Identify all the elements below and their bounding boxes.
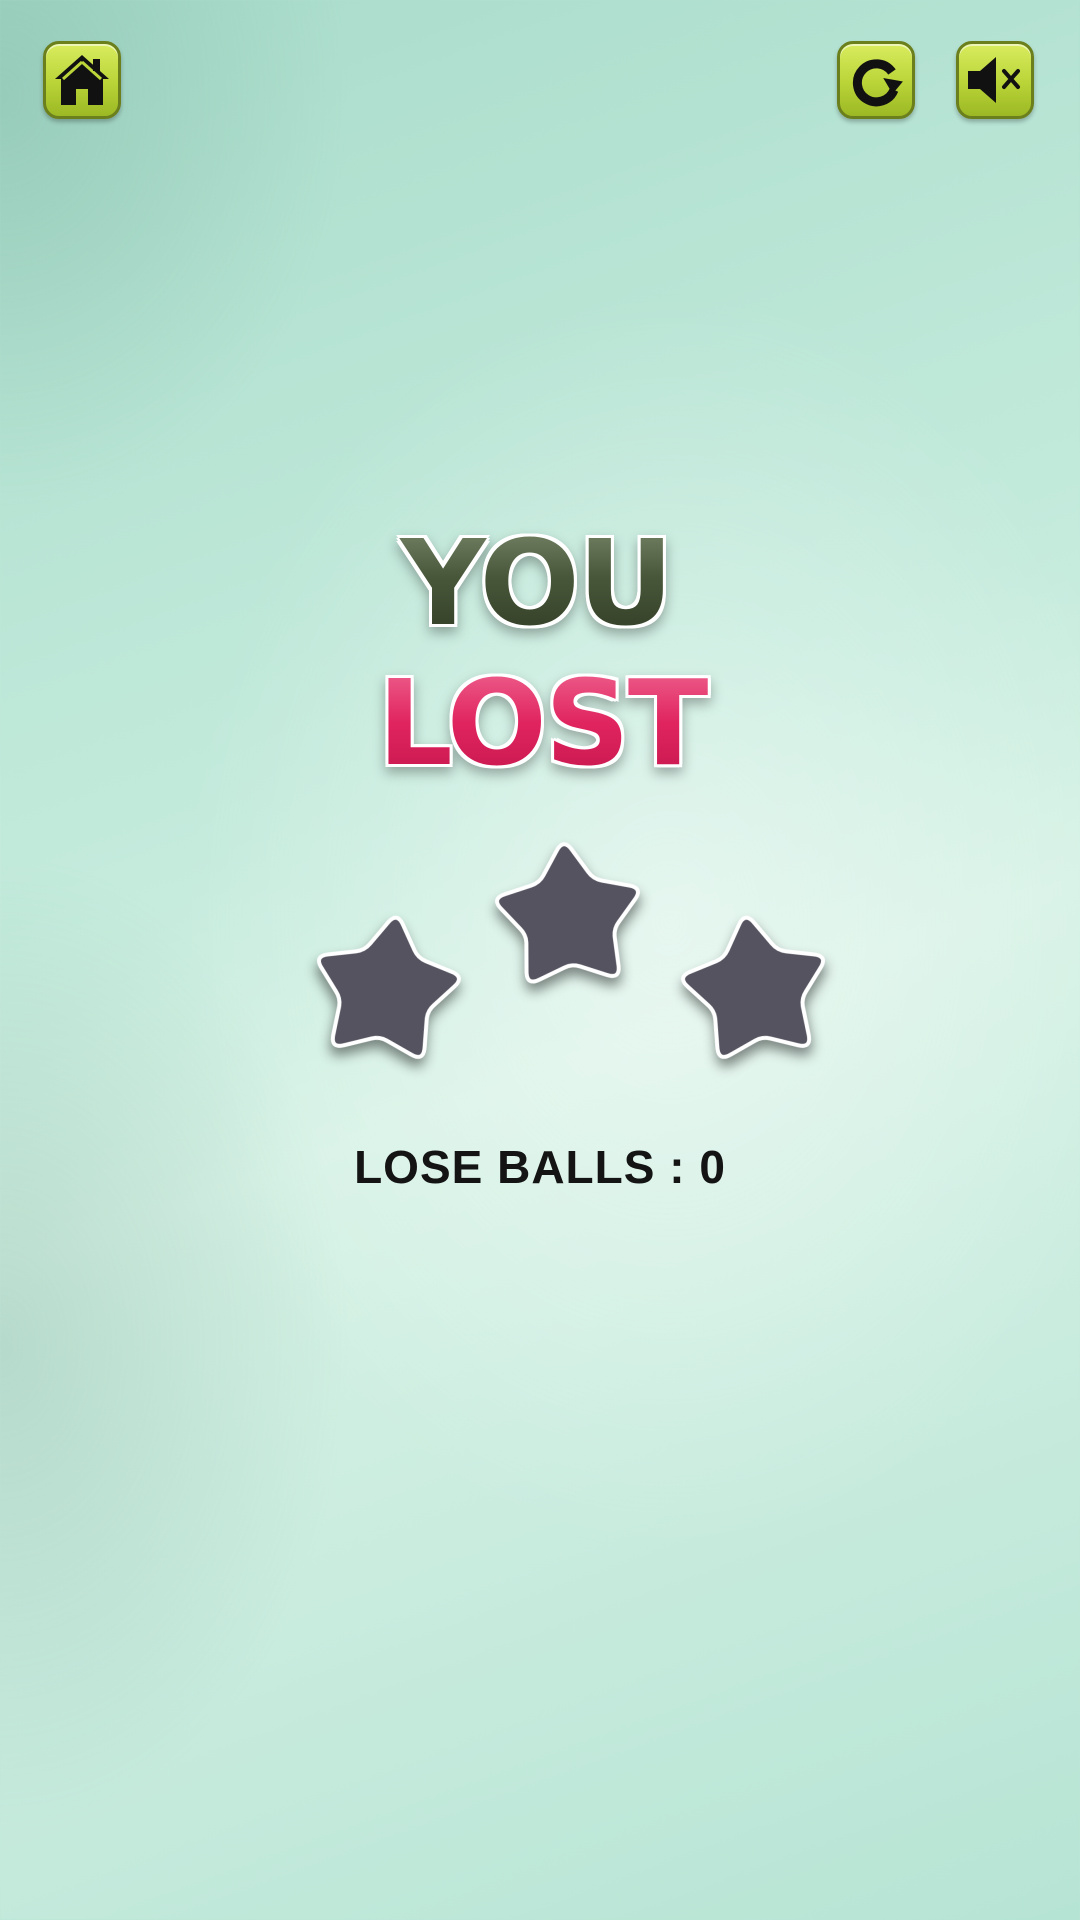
star-2-empty [484,830,654,1000]
sound-muted-icon [962,49,1028,111]
mute-button[interactable] [956,41,1034,119]
title-lost: LOST [2,658,1080,788]
star-1-empty [301,903,471,1073]
score-separator: : [669,1141,686,1193]
home-icon [51,49,113,111]
home-button[interactable] [43,41,121,119]
restart-button[interactable] [837,41,915,119]
lose-balls-score: LOSE BALLS : 0 [0,1140,1080,1194]
restart-icon [846,50,906,110]
title-you: YOU [0,518,1076,648]
star-3-empty [671,903,841,1073]
score-value: 0 [699,1141,726,1193]
score-label: LOSE BALLS [354,1141,656,1193]
